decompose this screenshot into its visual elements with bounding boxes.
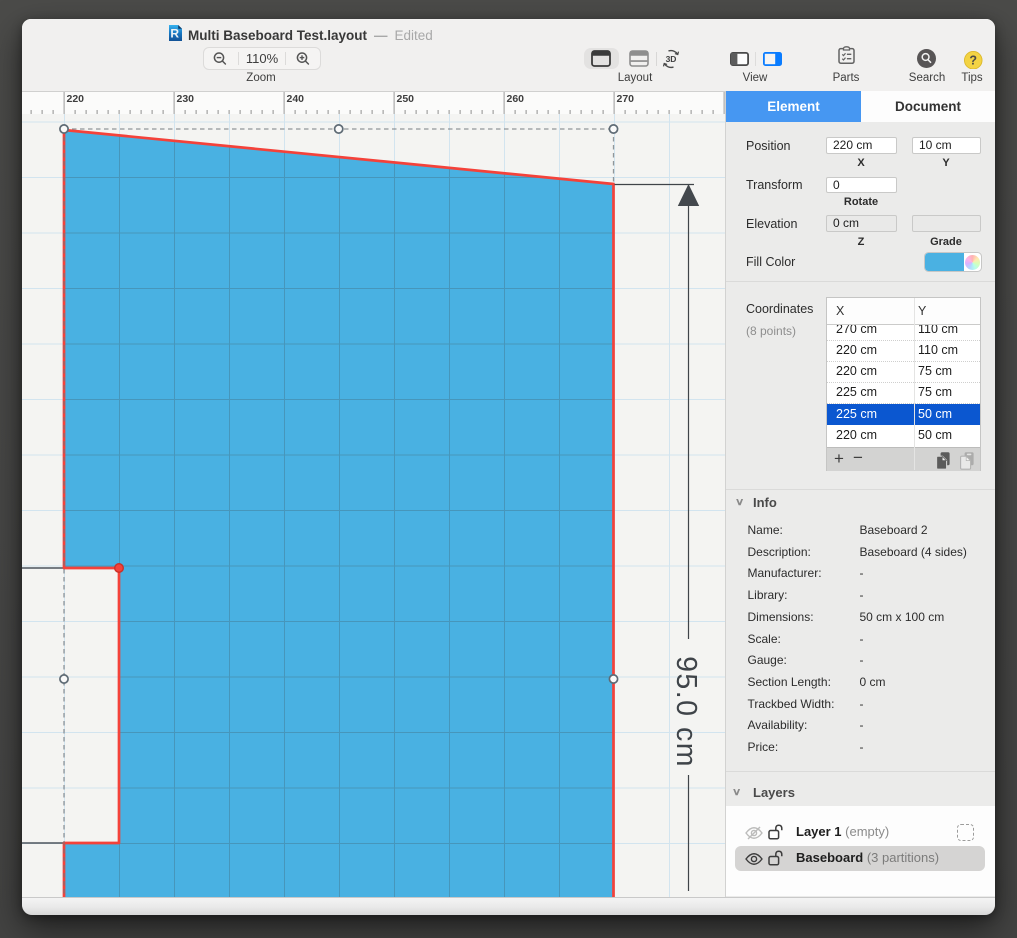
svg-text:95.0 cm: 95.0 cm: [670, 656, 702, 768]
svg-text:?: ?: [969, 53, 977, 67]
svg-text:3D: 3D: [666, 54, 677, 64]
svg-text:R: R: [170, 26, 179, 40]
